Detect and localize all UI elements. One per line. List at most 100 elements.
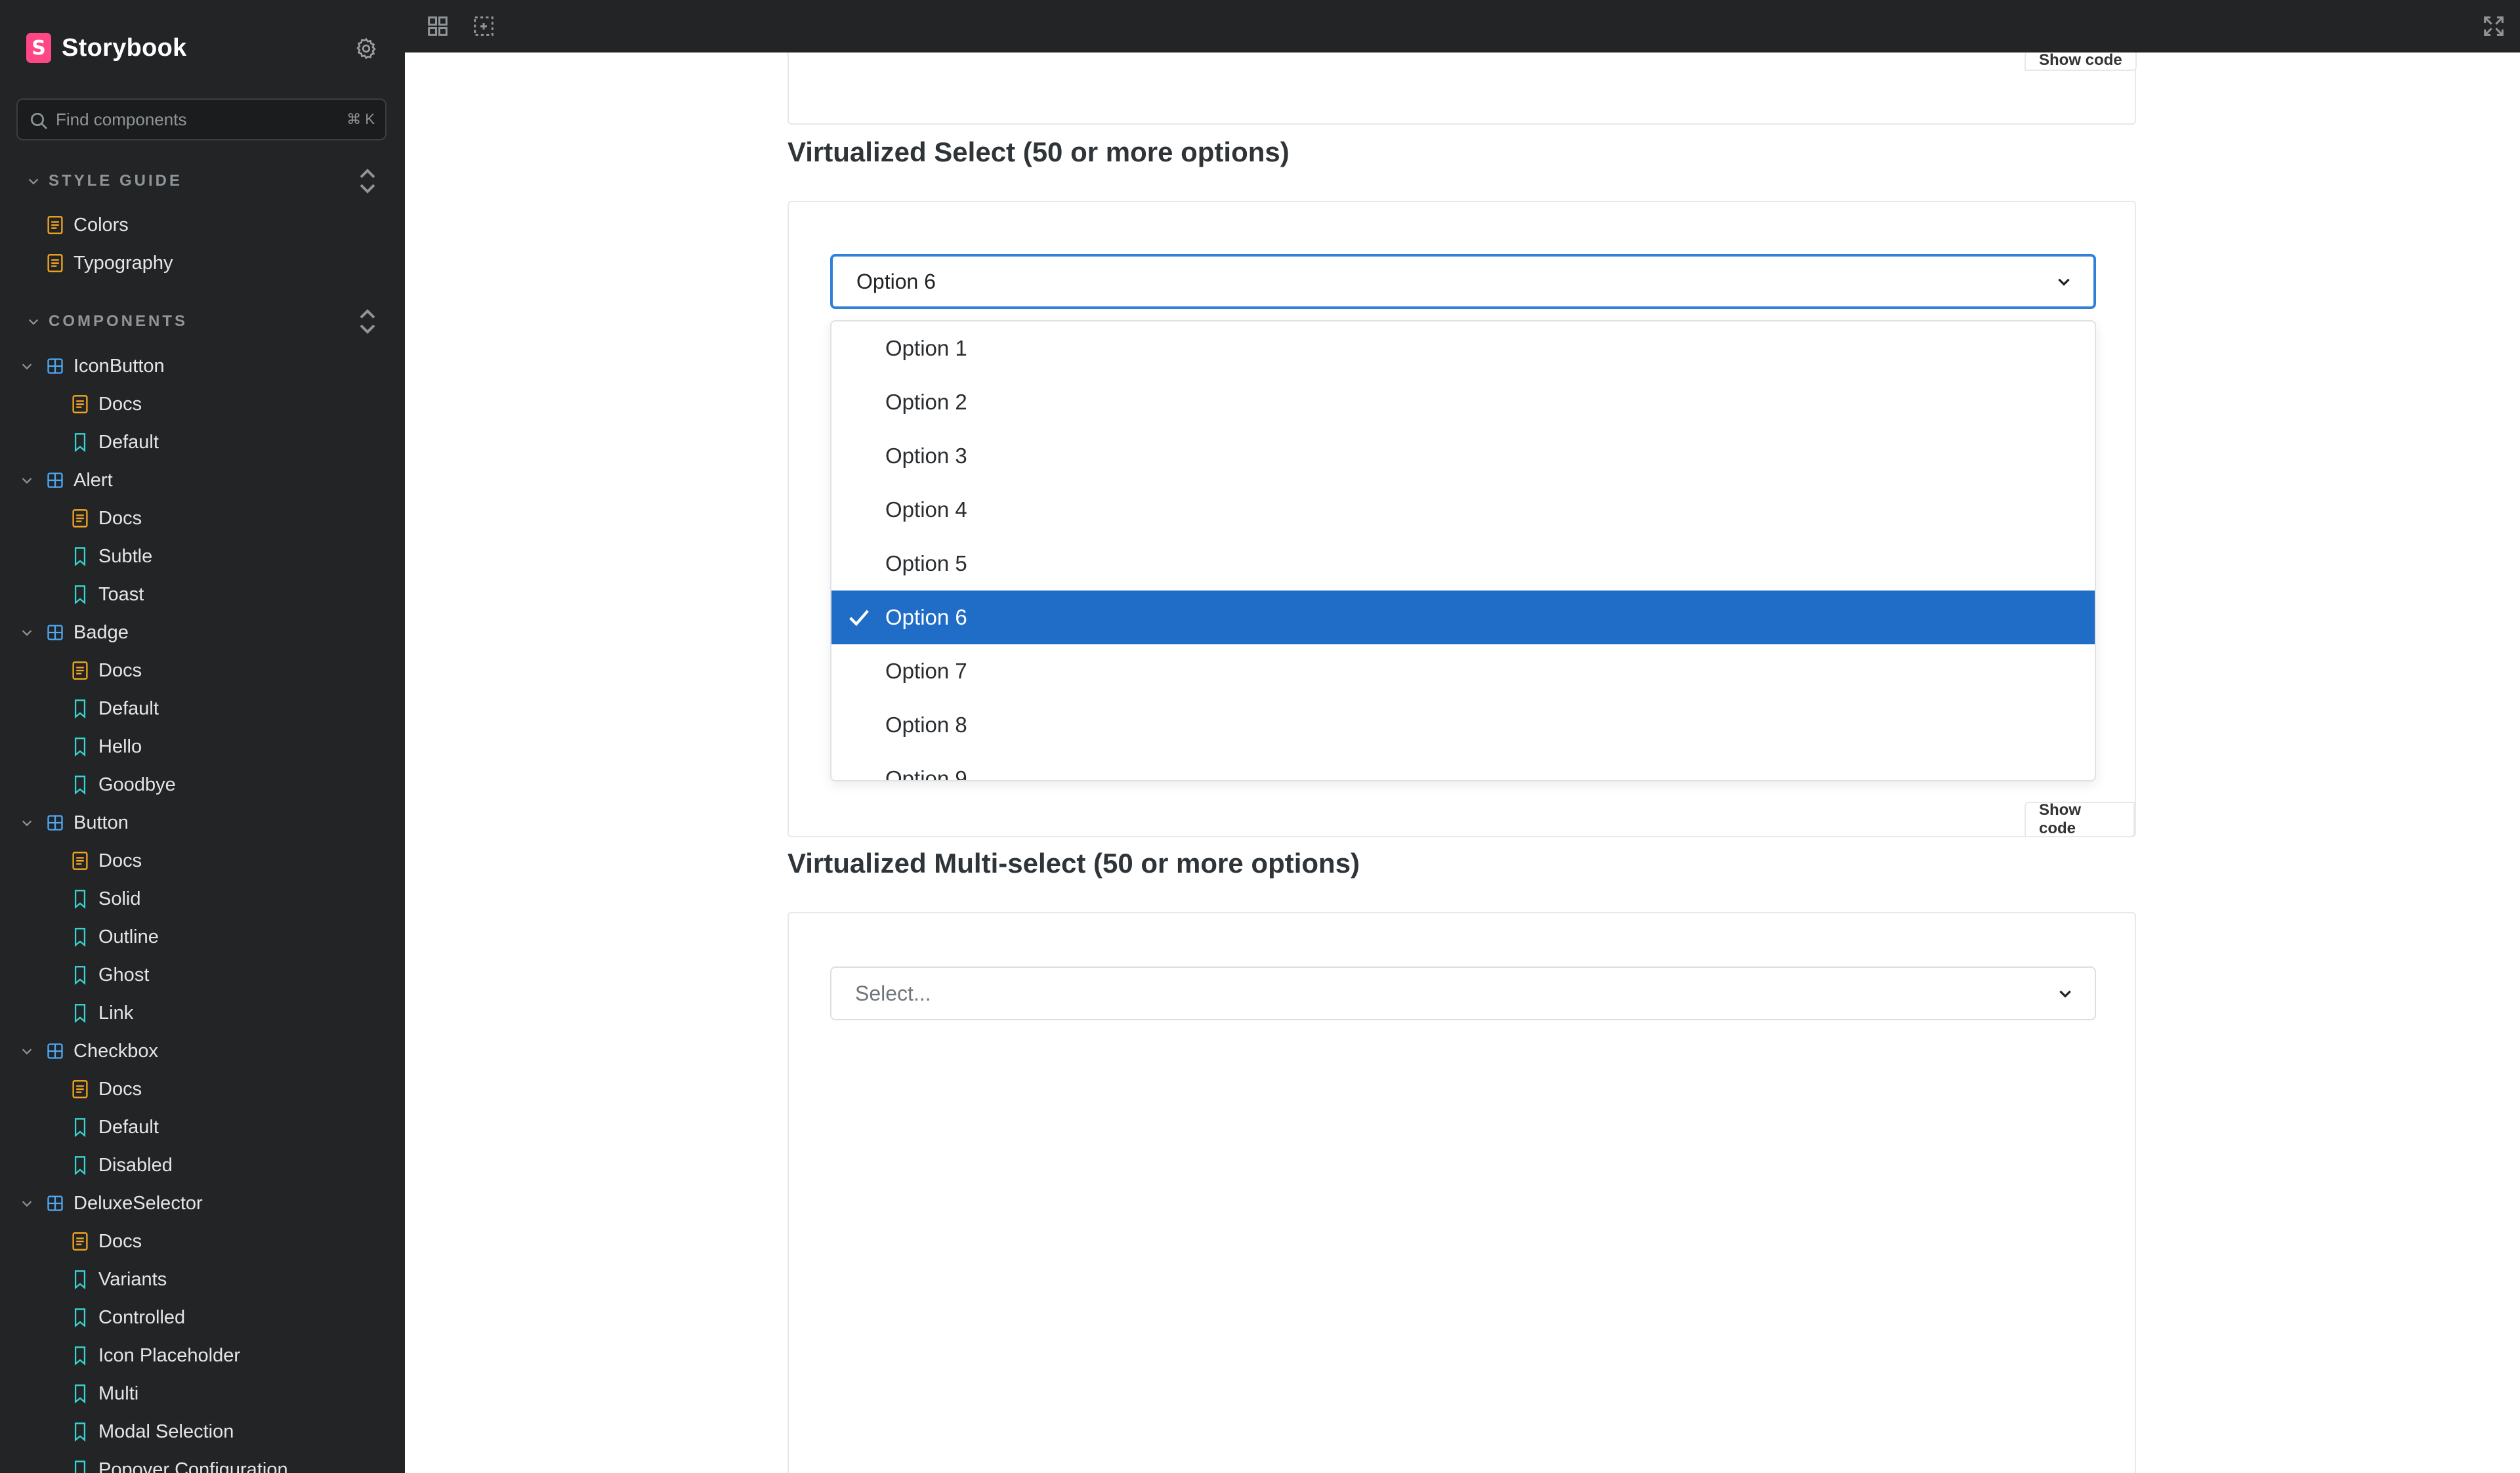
- bookmark-icon: [74, 737, 86, 757]
- section-heading: STYLE GUIDE: [49, 172, 183, 190]
- sidebar-item-deluxeselector-modal-selection[interactable]: Modal Selection: [71, 1415, 234, 1448]
- sidebar-component-button[interactable]: Button: [22, 806, 129, 839]
- story-preview-virtualized-multi-select: Select...: [788, 912, 2136, 1473]
- sidebar-item-label: Ghost: [98, 964, 150, 985]
- sidebar-item-alert-subtle[interactable]: Subtle: [71, 540, 152, 573]
- section-style-guide[interactable]: STYLE GUIDE: [26, 168, 182, 194]
- chevron-down-icon[interactable]: [2055, 273, 2072, 290]
- sidebar-component-badge[interactable]: Badge: [22, 616, 129, 649]
- sidebar-item-iconbutton-docs[interactable]: Docs: [71, 388, 142, 421]
- select-option[interactable]: Option 4: [831, 483, 2095, 537]
- select-options-menu[interactable]: Option 1 Option 2 Option 3 Option 4 Option 5…: [830, 320, 2096, 781]
- chevron-down-icon: [22, 363, 32, 370]
- sidebar-item-badge-hello[interactable]: Hello: [71, 730, 142, 763]
- sidebar-item-deluxeselector-multi[interactable]: Multi: [71, 1377, 138, 1410]
- virtualized-multi-select-control[interactable]: Select...: [830, 966, 2096, 1020]
- sidebar-component-iconbutton[interactable]: IconButton: [22, 350, 165, 383]
- sidebar-item-label: Toast: [98, 583, 144, 605]
- sidebar-item-checkbox-docs[interactable]: Docs: [71, 1073, 142, 1106]
- sidebar-item-checkbox-default[interactable]: Default: [71, 1111, 159, 1144]
- bookmark-icon: [74, 1308, 86, 1327]
- fullscreen-icon[interactable]: [2481, 13, 2507, 39]
- sidebar-item-label: Icon Placeholder: [98, 1344, 241, 1366]
- select-placeholder: Select...: [855, 981, 931, 1005]
- sidebar-item-button-outline[interactable]: Outline: [71, 921, 159, 953]
- sidebar-item-deluxeselector-popover-configuration[interactable]: Popover Configuration: [71, 1453, 288, 1473]
- bookmark-icon: [74, 966, 86, 985]
- bookmark-icon: [74, 1346, 86, 1365]
- sidebar-item-label: Button: [74, 812, 129, 833]
- option-label: Option 3: [885, 444, 967, 468]
- doc-icon: [47, 254, 63, 272]
- sidebar-component-deluxeselector[interactable]: DeluxeSelector: [22, 1187, 203, 1220]
- sidebar-item-badge-docs[interactable]: Docs: [71, 654, 142, 687]
- grid-icon[interactable]: [425, 13, 451, 39]
- option-label: Option 2: [885, 390, 967, 414]
- select-option[interactable]: Option 8: [831, 698, 2095, 752]
- chevron-down-icon: [22, 478, 32, 484]
- bookmark-icon: [74, 1422, 86, 1442]
- sidebar-item-label: Badge: [74, 621, 129, 643]
- sidebar-item-iconbutton-default[interactable]: Default: [71, 426, 159, 459]
- sidebar-item-button-docs[interactable]: Docs: [71, 844, 142, 877]
- expand-collapse-icon[interactable]: [358, 168, 377, 194]
- option-label: Option 9: [885, 766, 967, 781]
- search-box[interactable]: ⌘ K: [16, 98, 387, 140]
- section-components[interactable]: COMPONENTS: [26, 308, 188, 335]
- sidebar-item-label: Outline: [98, 926, 159, 947]
- sidebar-item-label: Alert: [74, 469, 113, 491]
- sidebar-item-alert-docs[interactable]: Docs: [71, 502, 142, 535]
- bookmark-icon: [74, 1156, 86, 1175]
- sidebar-item-label: Docs: [98, 1078, 142, 1100]
- chevron-down-icon: [22, 1201, 32, 1207]
- option-label: Option 5: [885, 551, 967, 575]
- sidebar-item-button-solid[interactable]: Solid: [71, 882, 141, 915]
- option-label: Option 6: [885, 605, 967, 629]
- sidebar-item-colors[interactable]: Colors: [46, 209, 129, 241]
- sidebar-item-button-link[interactable]: Link: [71, 997, 133, 1029]
- sidebar-item-label: Disabled: [98, 1154, 173, 1176]
- canvas-toolbar: [405, 0, 2520, 52]
- sidebar-item-label: Typography: [74, 252, 173, 274]
- storybook-brand[interactable]: S Storybook: [26, 33, 187, 63]
- select-option[interactable]: Option 3: [831, 429, 2095, 483]
- sidebar-item-button-ghost[interactable]: Ghost: [71, 959, 149, 991]
- brand-name: Storybook: [62, 33, 187, 62]
- gear-icon[interactable]: [354, 37, 378, 60]
- story-title-virtualized-multi-select: Virtualized Multi-select (50 or more opt…: [788, 848, 1360, 879]
- option-label: Option 7: [885, 659, 967, 683]
- component-icon: [47, 1195, 63, 1211]
- sidebar-item-checkbox-disabled[interactable]: Disabled: [71, 1149, 173, 1182]
- sidebar-item-deluxeselector-icon-placeholder[interactable]: Icon Placeholder: [71, 1339, 240, 1372]
- show-code-button[interactable]: Show code: [2025, 801, 2135, 837]
- select-option[interactable]: Option 2: [831, 375, 2095, 429]
- select-option[interactable]: Option 5: [831, 537, 2095, 591]
- sidebar-item-deluxeselector-variants[interactable]: Variants: [71, 1263, 167, 1296]
- virtualized-select-control[interactable]: Option 6: [830, 254, 2096, 309]
- component-icon: [47, 1043, 63, 1059]
- select-option[interactable]: Option 6: [831, 591, 2095, 644]
- sidebar-item-label: Multi: [98, 1382, 139, 1404]
- select-option[interactable]: Option 1: [831, 322, 2095, 375]
- select-value: Option 6: [856, 269, 936, 293]
- sidebar-item-badge-goodbye[interactable]: Goodbye: [71, 768, 176, 801]
- chevron-down-icon[interactable]: [2057, 985, 2074, 1002]
- doc-icon: [72, 661, 88, 680]
- search-input[interactable]: [56, 100, 331, 139]
- sidebar-component-alert[interactable]: Alert: [22, 464, 113, 497]
- outline-icon[interactable]: [471, 13, 497, 39]
- select-option[interactable]: Option 9: [831, 752, 2095, 781]
- select-option[interactable]: Option 7: [831, 644, 2095, 698]
- sidebar-item-typography[interactable]: Typography: [46, 247, 173, 280]
- sidebar-item-deluxeselector-controlled[interactable]: Controlled: [71, 1301, 185, 1334]
- expand-collapse-icon[interactable]: [358, 308, 377, 335]
- sidebar-item-label: Docs: [98, 393, 142, 415]
- sidebar-component-checkbox[interactable]: Checkbox: [22, 1035, 158, 1068]
- sidebar-item-badge-default[interactable]: Default: [71, 692, 159, 725]
- check-icon: [849, 610, 869, 627]
- sidebar-item-alert-toast[interactable]: Toast: [71, 578, 144, 611]
- sidebar-item-label: Docs: [98, 1230, 142, 1252]
- sidebar-item-label: Default: [98, 431, 159, 453]
- sidebar-item-deluxeselector-docs[interactable]: Docs: [71, 1225, 142, 1258]
- show-code-button[interactable]: Show code: [2025, 52, 2137, 71]
